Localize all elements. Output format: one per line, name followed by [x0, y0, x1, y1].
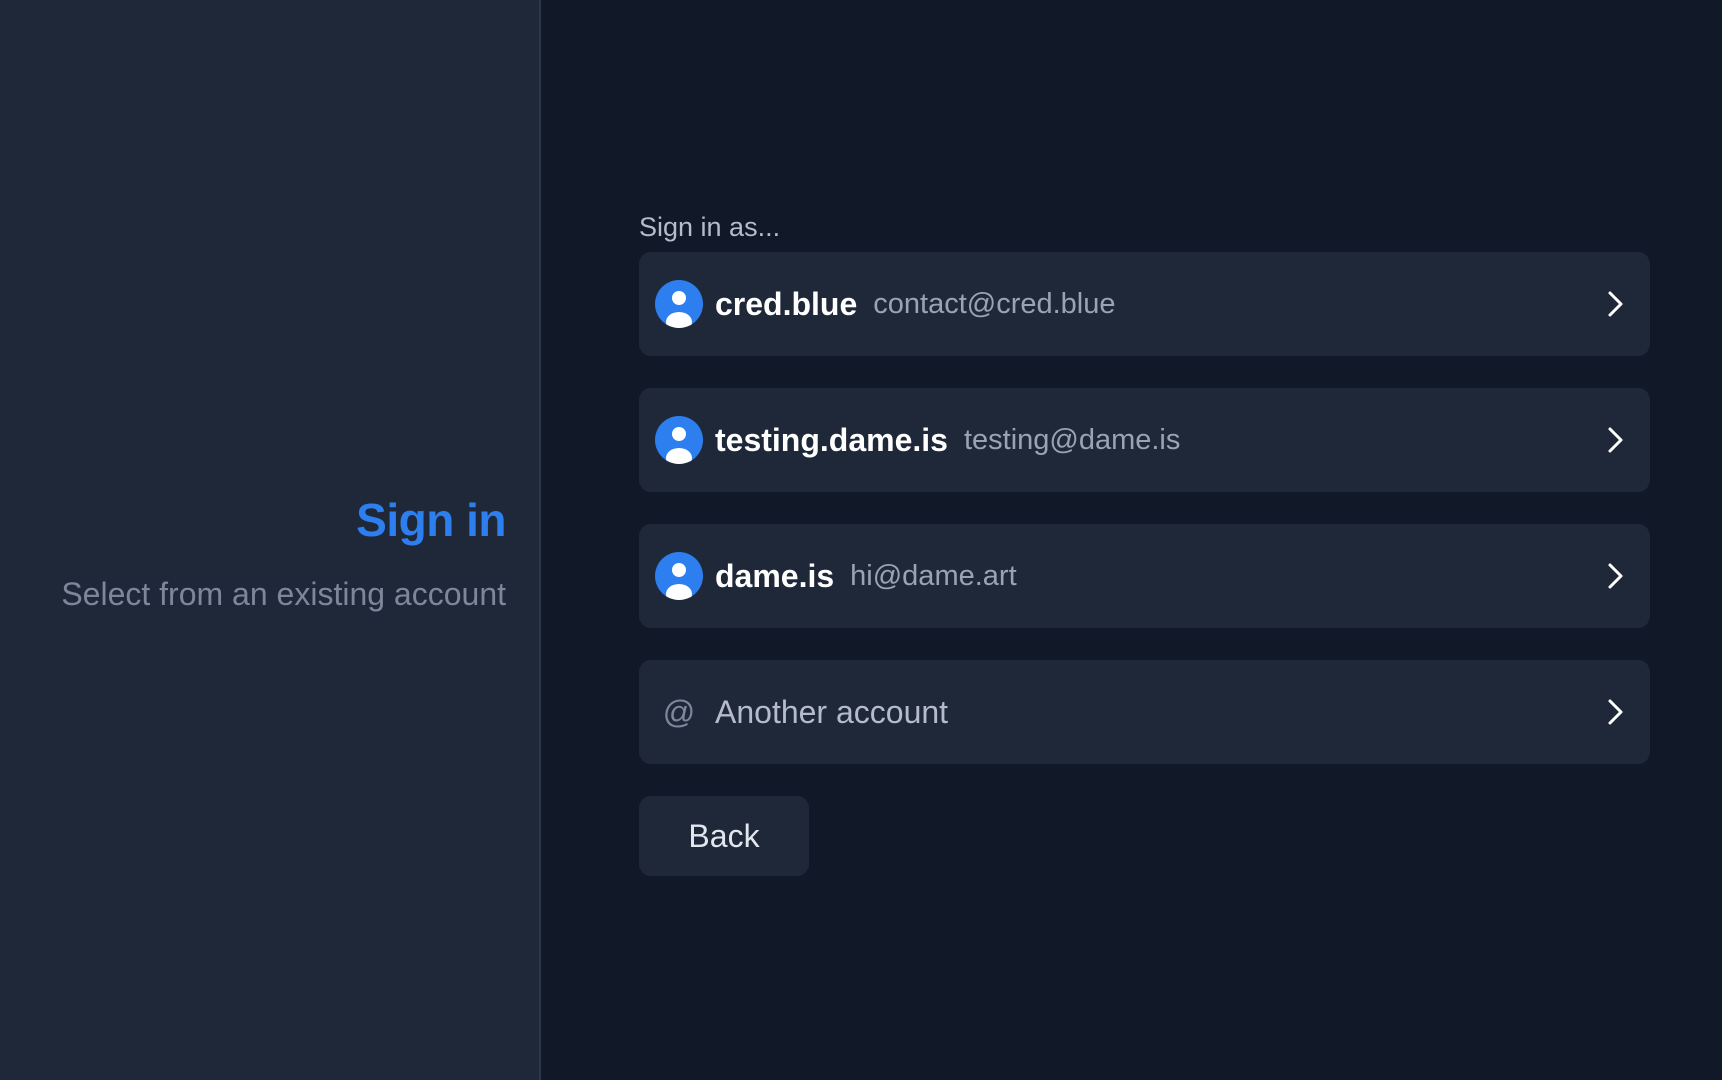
user-avatar-icon [655, 280, 703, 328]
another-account-row[interactable]: @ Another account [639, 660, 1650, 764]
page-subtitle: Select from an existing account [61, 576, 506, 612]
chevron-right-icon [1608, 427, 1623, 453]
back-button[interactable]: Back [639, 796, 809, 876]
chevron-right-icon [1608, 563, 1623, 589]
at-icon: @ [662, 693, 696, 730]
account-handle: dame.is [715, 557, 835, 594]
account-handle: testing.dame.is [715, 421, 948, 458]
chevron-right-icon [1608, 291, 1623, 317]
account-list: cred.blue contact@cred.blue testing.dame… [639, 252, 1650, 764]
account-row-dame-is[interactable]: dame.is hi@dame.art [639, 524, 1650, 628]
left-panel-header: Sign in Select from an existing account [61, 488, 506, 616]
left-panel: Sign in Select from an existing account [0, 0, 541, 1080]
chevron-right-icon [1608, 699, 1623, 725]
page-title: Sign in [356, 494, 506, 546]
another-account-label: Another account [715, 693, 949, 730]
account-email: testing@dame.is [963, 423, 1181, 456]
account-row-testing-dame-is[interactable]: testing.dame.is testing@dame.is [639, 388, 1650, 492]
account-chooser: Sign in as... cred.blue contact@cred.blu… [639, 206, 1650, 876]
sign-in-screen: Sign in Select from an existing account … [0, 0, 1722, 1080]
user-avatar-icon [655, 416, 703, 464]
account-row-cred-blue[interactable]: cred.blue contact@cred.blue [639, 252, 1650, 356]
user-avatar-icon [655, 552, 703, 600]
account-handle: cred.blue [715, 285, 858, 322]
account-email: hi@dame.art [850, 559, 1017, 592]
account-email: contact@cred.blue [873, 287, 1116, 320]
sign-in-as-label: Sign in as... [639, 212, 781, 242]
